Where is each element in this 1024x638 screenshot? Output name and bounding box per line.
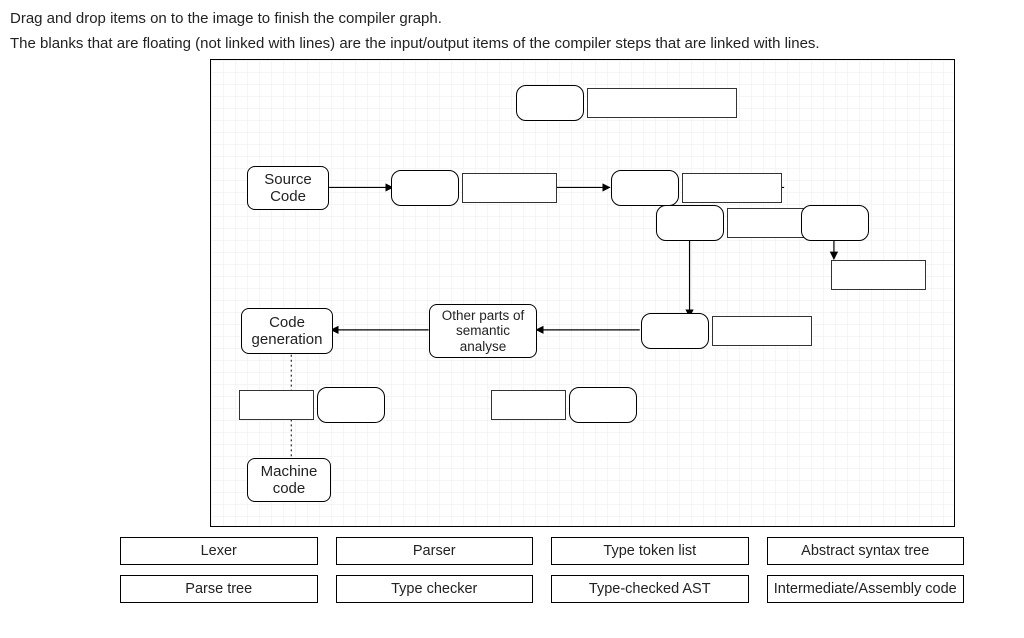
drop-slot-big-r2a[interactable]	[462, 173, 557, 203]
drop-slot-small-mid[interactable]	[641, 313, 709, 349]
answer-bank: Lexer Parser Type token list Abstract sy…	[10, 537, 1014, 603]
drag-item-type-checker[interactable]: Type checker	[336, 575, 534, 603]
drag-item-lexer[interactable]: Lexer	[120, 537, 318, 565]
drag-item-parser[interactable]: Parser	[336, 537, 534, 565]
node-machine-code: Machine code	[247, 458, 331, 502]
drop-slot-small-bl1[interactable]	[317, 387, 385, 423]
drag-item-type-token-list[interactable]: Type token list	[551, 537, 749, 565]
edges-layer	[211, 60, 954, 526]
drop-slot-small-rcl2[interactable]	[801, 205, 869, 241]
diagram-drop-board[interactable]: Source Code Code generation Other parts …	[210, 59, 955, 527]
drop-slot-small-r2a[interactable]	[391, 170, 459, 206]
drop-slot-small-top[interactable]	[516, 85, 584, 121]
drop-slot-big-r2b[interactable]	[682, 173, 782, 203]
node-source-code: Source Code	[247, 166, 329, 210]
drop-slot-big-top[interactable]	[587, 88, 737, 118]
drop-slot-small-rcl1[interactable]	[656, 205, 724, 241]
drag-item-abstract-syntax-tree[interactable]: Abstract syntax tree	[767, 537, 965, 565]
drop-slot-big-bl2[interactable]	[491, 390, 566, 420]
node-code-generation: Code generation	[241, 308, 333, 354]
instruction-line-2: The blanks that are floating (not linked…	[10, 33, 1014, 56]
drop-slot-small-r2b[interactable]	[611, 170, 679, 206]
node-other-semantic: Other parts of semantic analyse	[429, 304, 537, 358]
drag-item-parse-tree[interactable]: Parse tree	[120, 575, 318, 603]
drag-item-intermediate-assembly-code[interactable]: Intermediate/Assembly code	[767, 575, 965, 603]
drop-slot-big-rcl2[interactable]	[831, 260, 926, 290]
drop-slot-small-bl2[interactable]	[569, 387, 637, 423]
drop-slot-big-bl1[interactable]	[239, 390, 314, 420]
instruction-line-1: Drag and drop items on to the image to f…	[10, 8, 1014, 31]
drop-slot-big-mid[interactable]	[712, 316, 812, 346]
instructions-block: Drag and drop items on to the image to f…	[10, 8, 1014, 55]
drag-item-type-checked-ast[interactable]: Type-checked AST	[551, 575, 749, 603]
